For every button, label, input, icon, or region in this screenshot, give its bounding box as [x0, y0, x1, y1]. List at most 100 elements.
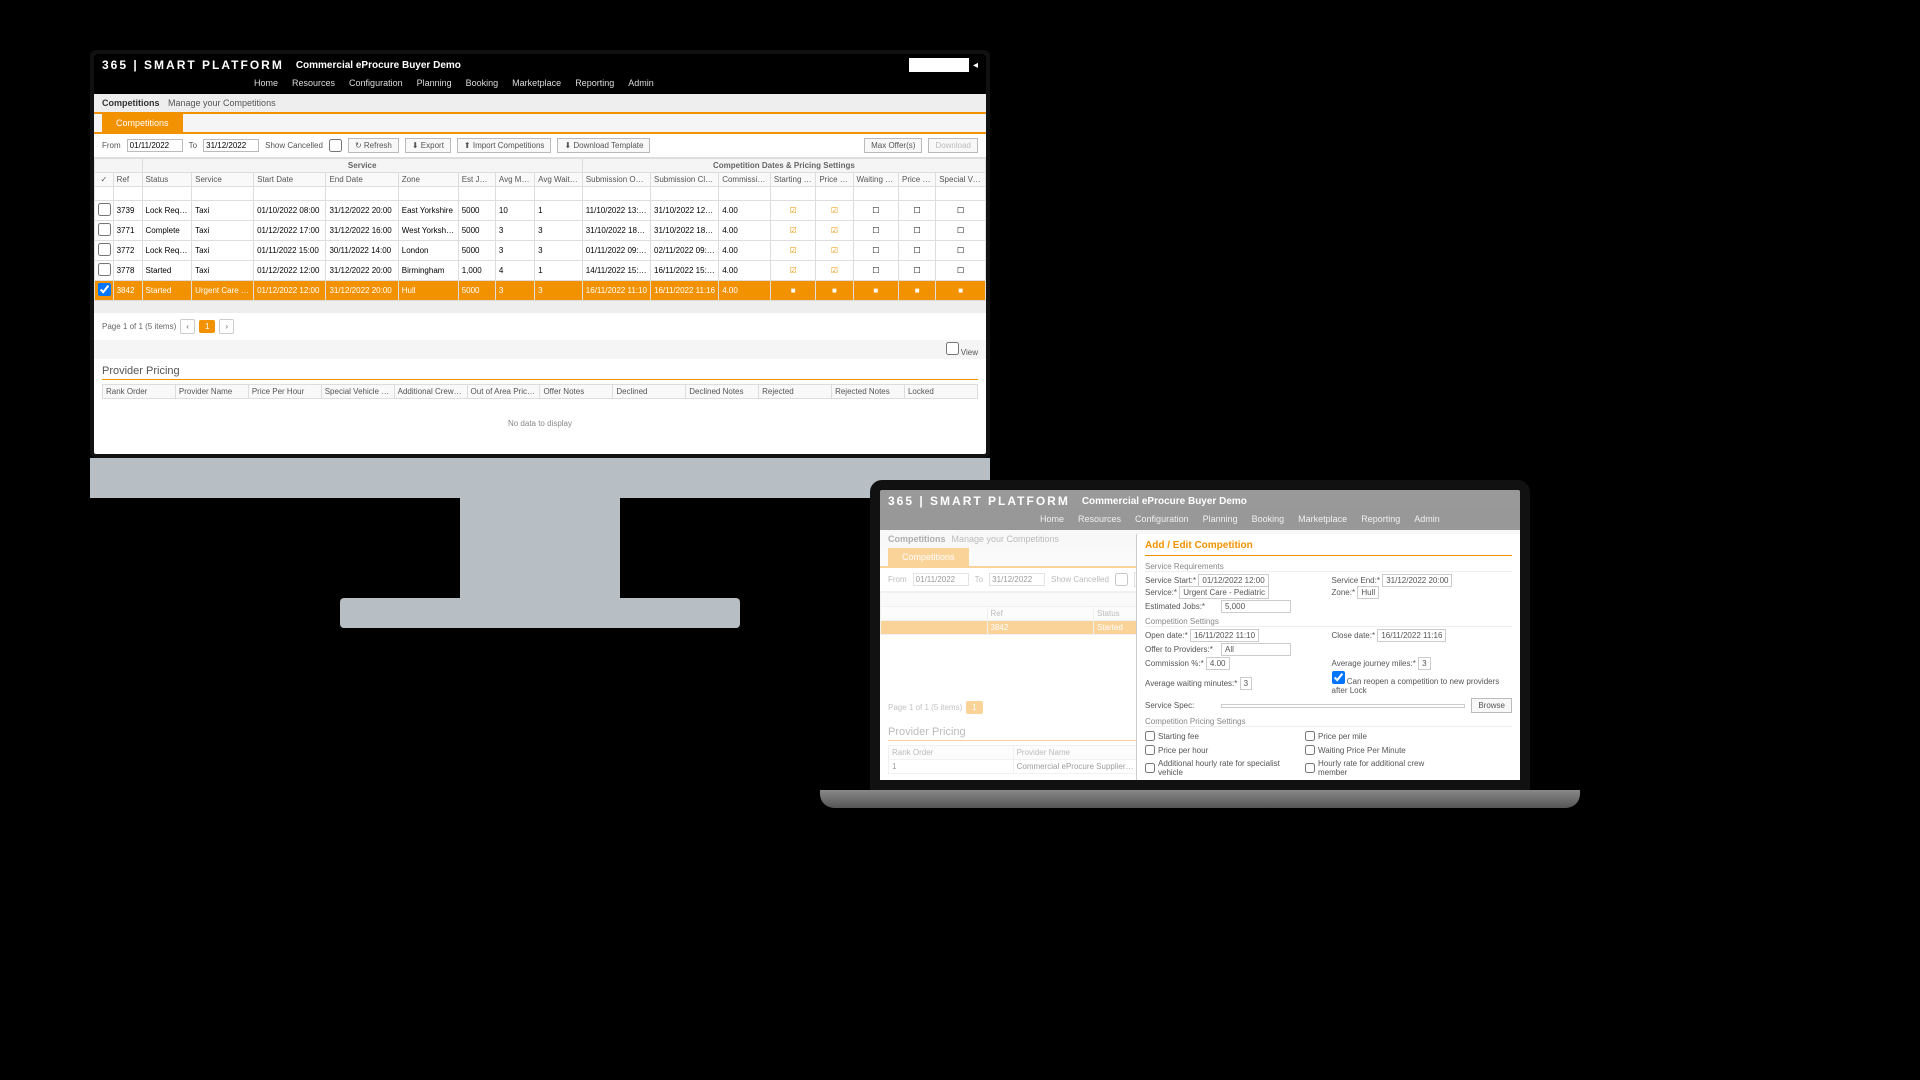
menu-configuration: Configuration [1135, 514, 1189, 524]
service-end-input[interactable]: 31/12/2022 20:00 [1382, 574, 1452, 587]
refresh-button[interactable]: ↻ Refresh [348, 138, 399, 153]
cell-checkbox: ☐ [936, 221, 986, 241]
pager-text: Page 1 of 1 (5 items) [102, 322, 176, 331]
ck-price-mile[interactable] [1305, 731, 1315, 741]
cell-checkbox: ■ [853, 281, 898, 301]
close-date-input[interactable]: 16/11/2022 11:16 [1377, 629, 1446, 642]
export-button[interactable]: ⬇ Export [405, 138, 451, 153]
col-close[interactable]: Submission Close Date [651, 173, 719, 187]
ck-price-hour[interactable] [1145, 745, 1155, 755]
download-template-button[interactable]: ⬇ Download Template [557, 138, 650, 153]
cell: Started [142, 281, 192, 301]
filter-status[interactable] [146, 191, 189, 198]
col-jobs[interactable]: Est Jobs [458, 173, 495, 187]
menu-marketplace[interactable]: Marketplace [512, 78, 561, 88]
col-commission[interactable]: Commission % [719, 173, 771, 187]
col-open[interactable]: Submission Open Date [582, 173, 650, 187]
table-row[interactable]: 3842StartedUrgent Care - Pediat...01/12/… [95, 281, 986, 301]
pager-current[interactable]: 1 [199, 320, 215, 333]
col-ref[interactable]: Ref [113, 173, 142, 187]
col-starting-fee[interactable]: Starting Fee [770, 173, 815, 187]
search-icon[interactable]: ◂ [973, 60, 978, 71]
menu-configuration[interactable]: Configuration [349, 78, 403, 88]
pcol-rejected-notes[interactable]: Rejected Notes [832, 385, 905, 399]
row-checkbox[interactable] [98, 263, 111, 276]
row-checkbox[interactable] [98, 243, 111, 256]
col-waiting-price[interactable]: Waiting Price Per Minute [853, 173, 898, 187]
table-row[interactable]: 3771CompleteTaxi01/12/2022 17:0031/12/20… [95, 221, 986, 241]
col-end[interactable]: End Date [326, 173, 398, 187]
from-date-input[interactable] [127, 139, 183, 152]
show-cancelled-checkbox[interactable] [329, 139, 342, 152]
menu-planning[interactable]: Planning [417, 78, 452, 88]
menu-reporting[interactable]: Reporting [575, 78, 614, 88]
view-checkbox[interactable] [946, 342, 959, 355]
filter-ref[interactable] [117, 191, 139, 198]
col-wait[interactable]: Avg Wait Mins [535, 173, 583, 187]
cell: 10 [495, 201, 534, 221]
pcol-ooa[interactable]: Out of Area Price Per Hour [467, 385, 540, 399]
ck-waiting-price[interactable] [1305, 745, 1315, 755]
pcol-declined[interactable]: Declined [613, 385, 686, 399]
pcol-locked[interactable]: Locked [904, 385, 977, 399]
table-row[interactable]: 3739Lock Requi...Taxi01/10/2022 08:0031/… [95, 201, 986, 221]
col-start[interactable]: Start Date [254, 173, 326, 187]
col-price-mile[interactable]: Price Per Mile [816, 173, 853, 187]
col-price-hour[interactable]: Price Per Hour [899, 173, 936, 187]
offer-select[interactable]: All [1221, 643, 1291, 656]
cell: Commercial eProcure Supplier Demo [1013, 760, 1138, 774]
filter-miles[interactable] [499, 191, 531, 198]
service-spec-input[interactable] [1221, 704, 1465, 708]
col-select[interactable]: ✓ [95, 173, 114, 187]
pager-next[interactable]: › [219, 319, 234, 334]
row-checkbox[interactable] [98, 223, 111, 236]
import-button[interactable]: ⬆ Import Competitions [457, 138, 552, 153]
filter-jobs[interactable] [462, 191, 492, 198]
ck-specialist-rate[interactable] [1145, 763, 1155, 773]
pcol-crew[interactable]: Additional Crew Hourly Rate [394, 385, 467, 399]
col-service[interactable]: Service [192, 173, 254, 187]
reopen-checkbox[interactable] [1332, 671, 1345, 684]
filter-service[interactable] [195, 191, 250, 198]
avg-wait-input[interactable]: 3 [1240, 677, 1252, 690]
to-date-input[interactable] [203, 139, 259, 152]
ck-label: Hourly rate for additional crew member [1318, 759, 1445, 777]
col-status[interactable]: Status [142, 173, 192, 187]
est-jobs-input[interactable]: 5,000 [1221, 600, 1291, 613]
filter-comm[interactable] [722, 191, 767, 198]
laptop-base [820, 790, 1580, 808]
pcol-special[interactable]: Special Vehicle Hourly Rate [321, 385, 394, 399]
col-miles[interactable]: Avg Miles [495, 173, 534, 187]
download-button[interactable]: Download [928, 138, 978, 153]
service-select[interactable]: Urgent Care - Pediatric [1179, 586, 1269, 599]
row-checkbox[interactable] [98, 203, 111, 216]
header-search-input[interactable] [909, 58, 969, 72]
tab-competitions[interactable]: Competitions [102, 114, 183, 132]
browse-button[interactable]: Browse [1471, 698, 1512, 713]
pcol-rejected[interactable]: Rejected [759, 385, 832, 399]
filter-wait[interactable] [538, 191, 579, 198]
col-special-rate[interactable]: Special Vehicle Hourly Rate [936, 173, 986, 187]
pcol-name[interactable]: Provider Name [175, 385, 248, 399]
pcol-rank[interactable]: Rank Order [103, 385, 176, 399]
pcol-price-hour[interactable]: Price Per Hour [248, 385, 321, 399]
table-row[interactable]: 3772Lock Requi...Taxi01/11/2022 15:0030/… [95, 241, 986, 261]
open-date-input[interactable]: 16/11/2022 11:10 [1190, 629, 1259, 642]
commission-input[interactable]: 4.00 [1206, 657, 1230, 670]
col-zone[interactable]: Zone [398, 173, 458, 187]
ck-crew-rate[interactable] [1305, 763, 1315, 773]
pager-prev[interactable]: ‹ [180, 319, 195, 334]
zone-select[interactable]: Hull [1357, 586, 1379, 599]
max-offers-button[interactable]: Max Offer(s) [864, 138, 922, 153]
menu-home[interactable]: Home [254, 78, 278, 88]
ck-starting-fee[interactable] [1145, 731, 1155, 741]
menu-admin[interactable]: Admin [628, 78, 654, 88]
menu-booking[interactable]: Booking [466, 78, 499, 88]
row-checkbox[interactable] [98, 283, 111, 296]
pcol-declined-notes[interactable]: Declined Notes [686, 385, 759, 399]
table-row[interactable]: 3778StartedTaxi01/12/2022 12:0031/12/202… [95, 261, 986, 281]
avg-miles-input[interactable]: 3 [1418, 657, 1430, 670]
pcol-notes[interactable]: Offer Notes [540, 385, 613, 399]
grid-scrollbar[interactable] [94, 301, 986, 313]
menu-resources[interactable]: Resources [292, 78, 335, 88]
